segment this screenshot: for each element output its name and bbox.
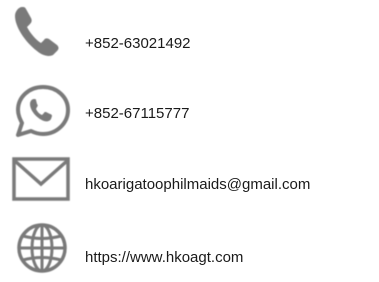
email-contact[interactable]: hkoarigatoophilmaids@gmail.com [0, 150, 379, 210]
whatsapp-number[interactable]: +852-67115777 [85, 105, 189, 123]
email-address[interactable]: hkoarigatoophilmaids@gmail.com [85, 176, 310, 194]
whatsapp-contact[interactable]: +852-67115777 [0, 78, 379, 138]
phone-number[interactable]: +852-63021492 [85, 35, 191, 53]
contact-list: +852-63021492 +852-67115777 hkoarigatoop… [0, 0, 379, 282]
website-url[interactable]: https://www.hkoagt.com [85, 249, 243, 267]
envelope-icon [10, 152, 72, 208]
whatsapp-icon [10, 83, 72, 139]
phone-contact[interactable]: +852-63021492 [0, 0, 379, 60]
globe-icon [10, 220, 72, 276]
phone-icon [10, 4, 72, 60]
website-contact[interactable]: https://www.hkoagt.com [0, 218, 379, 278]
